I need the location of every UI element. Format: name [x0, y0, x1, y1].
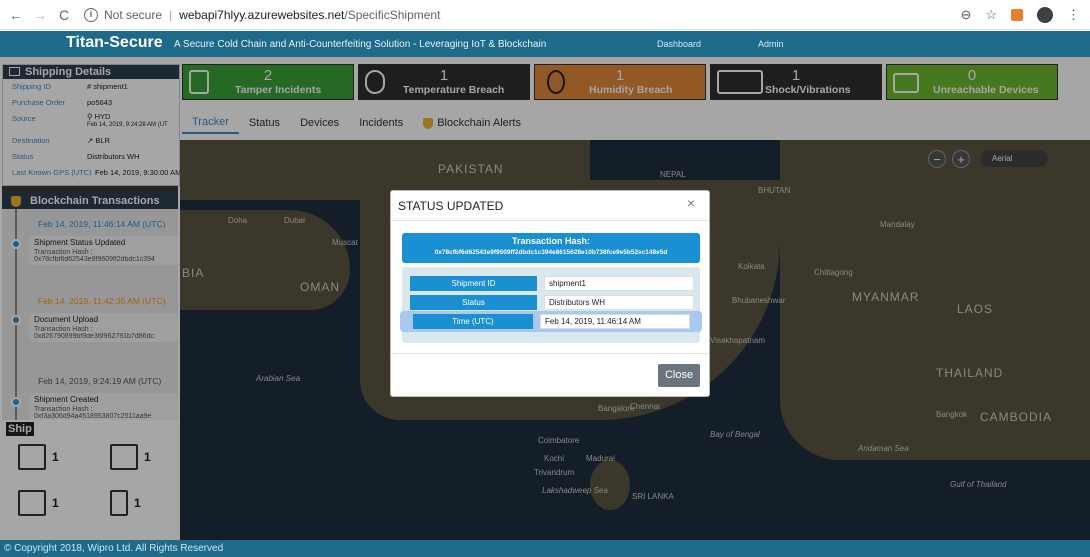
app-header: Titan-Secure A Secure Cold Chain and Ant…	[0, 31, 1090, 57]
footer-copyright: © Copyright 2018, Wipro Ltd. All Rights …	[0, 540, 1090, 557]
address-bar[interactable]: i Not secure | webapi7hlyy.azurewebsites…	[84, 7, 441, 22]
field-value: Distributors WH	[544, 295, 694, 310]
zoom-icon[interactable]: ⊖	[960, 7, 971, 23]
field-row-highlighted: Time (UTC) Feb 14, 2019, 11:46:14 AM	[400, 311, 702, 332]
transaction-hash-banner: Transaction Hash: 0x78cfbf6d62543e9f9609…	[402, 233, 700, 263]
nav-dashboard[interactable]: Dashboard	[657, 39, 701, 49]
dialog-title: STATUS UPDATED	[398, 199, 504, 213]
transaction-hash-title: Transaction Hash:	[511, 236, 591, 246]
transaction-hash-value: 0x78cfbf6d62543e9f9609ff2dbdc1c394e86156…	[434, 249, 668, 256]
extension-icon[interactable]	[1011, 9, 1023, 21]
dialog-fields: Shipment ID shipment1 Status Distributor…	[400, 267, 702, 343]
back-icon[interactable]: ←	[8, 7, 24, 23]
status-updated-dialog: STATUS UPDATED × Transaction Hash: 0x78c…	[390, 190, 710, 397]
info-icon[interactable]: i	[84, 7, 98, 22]
nav-admin[interactable]: Admin	[758, 39, 784, 49]
security-label: Not secure	[104, 7, 163, 22]
url-host: webapi7hlyy.azurewebsites.net	[179, 7, 345, 22]
field-row: Shipment ID shipment1	[408, 275, 695, 292]
forward-icon[interactable]: →	[32, 7, 48, 23]
url-path: /SpecificShipment	[344, 7, 441, 22]
brand-logo[interactable]: Titan-Secure	[66, 34, 163, 52]
browser-toolbar: ← → C i Not secure | webapi7hlyy.azurewe…	[0, 0, 1090, 30]
reload-icon[interactable]: C	[56, 7, 72, 23]
tagline: A Secure Cold Chain and Anti-Counterfeit…	[174, 39, 547, 50]
profile-avatar[interactable]	[1037, 7, 1053, 23]
field-key: Status	[410, 295, 537, 310]
dialog-divider	[391, 353, 709, 354]
field-value: Feb 14, 2019, 11:46:14 AM	[540, 314, 690, 329]
close-icon[interactable]: ×	[687, 195, 695, 211]
menu-kebab-icon[interactable]: ⋮	[1067, 7, 1080, 23]
address-separator: |	[169, 7, 173, 22]
field-row: Status Distributors WH	[408, 294, 695, 311]
dialog-header: STATUS UPDATED ×	[391, 191, 709, 221]
bookmark-star-icon[interactable]: ☆	[985, 7, 997, 23]
field-key: Shipment ID	[410, 276, 537, 291]
field-key: Time (UTC)	[413, 314, 533, 329]
field-value: shipment1	[544, 276, 694, 291]
close-button[interactable]: Close	[658, 364, 700, 387]
